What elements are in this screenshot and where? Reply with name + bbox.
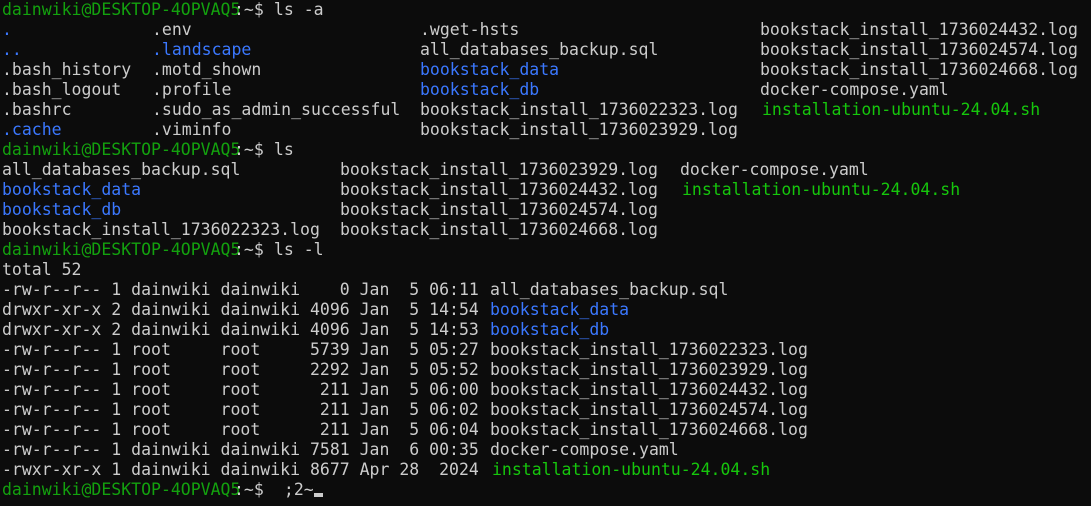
- total-line: total 52: [2, 260, 81, 280]
- command-input[interactable]: ;2~: [274, 480, 323, 500]
- executable-entry: installation-ubuntu-24.04.sh: [762, 100, 1041, 119]
- prompt-user-host: dainwiki@DESKTOP-4OPVAQ5: [2, 140, 241, 159]
- file-meta: -rw-r--r-- 1 root root 211 Jan 5 06:04: [2, 420, 489, 439]
- dir-entry: bookstack_data: [490, 300, 630, 319]
- executable-entry: installation-ubuntu-24.04.sh: [682, 180, 961, 199]
- ls-l-row: drwxr-xr-x 2 dainwiki dainwiki 4096 Jan …: [2, 300, 629, 320]
- command-text: ls -a: [264, 0, 324, 19]
- file-entry: all_databases_backup.sql: [2, 160, 241, 179]
- prompt-path: :~$: [234, 0, 264, 19]
- file-entry: .bash_logout: [2, 80, 122, 99]
- file-meta: -rw-r--r-- 1 root root 211 Jan 5 06:02: [2, 400, 489, 419]
- file-meta: -rw-r--r-- 1 dainwiki dainwiki 0 Jan 5 0…: [2, 280, 489, 299]
- file-entry: bookstack_install_1736024432.log: [760, 20, 1078, 39]
- file-entry: bookstack_install_1736023929.log: [490, 360, 808, 379]
- ls-l-row: -rwxr-xr-x 1 dainwiki dainwiki 8677 Apr …: [2, 460, 770, 480]
- output-line: .bashrc .sudo_as_admin_successful bookst…: [2, 100, 1040, 120]
- file-entry: bookstack_install_1736024432.log: [490, 380, 808, 399]
- file-entry: bookstack_install_1736024668.log: [760, 60, 1078, 79]
- file-meta: -rw-r--r-- 1 root root 211 Jan 5 06:00: [2, 380, 489, 399]
- output-line: .bash_logout .profile bookstack_db docke…: [2, 80, 949, 100]
- prompt-path: :~$: [234, 140, 264, 159]
- file-entry: .viminfo: [152, 120, 232, 139]
- ls-l-row: -rw-r--r-- 1 root root 211 Jan 5 06:02 b…: [2, 400, 808, 420]
- dir-entry: .: [2, 20, 12, 39]
- command-text: ls: [264, 140, 294, 159]
- file-entry: bookstack_install_1736024432.log: [340, 180, 658, 199]
- text-cursor: [313, 493, 323, 497]
- file-entry: .wget-hsts: [420, 20, 520, 39]
- file-entry: all_databases_backup.sql: [490, 280, 729, 299]
- file-entry: bookstack_install_1736024574.log: [760, 40, 1078, 59]
- prompt-path: :~$: [234, 480, 264, 499]
- file-entry: .bashrc: [2, 100, 72, 119]
- file-entry: .motd_shown: [152, 60, 262, 79]
- prompt-user-host: dainwiki@DESKTOP-4OPVAQ5: [2, 240, 241, 259]
- ls-l-row: -rw-r--r-- 1 root root 211 Jan 5 06:04 b…: [2, 420, 808, 440]
- dir-entry: bookstack_db: [2, 200, 122, 219]
- file-entry: bookstack_install_1736024668.log: [490, 420, 808, 439]
- prompt-user-host: dainwiki@DESKTOP-4OPVAQ5: [2, 480, 241, 499]
- ls-l-row: -rw-r--r-- 1 root root 5739 Jan 5 05:27 …: [2, 340, 808, 360]
- ls-l-row: -rw-r--r-- 1 dainwiki dainwiki 7581 Jan …: [2, 440, 679, 460]
- file-entry: .sudo_as_admin_successful: [152, 100, 401, 119]
- file-entry: docker-compose.yaml: [490, 440, 679, 459]
- command-text: ls -l: [264, 240, 324, 259]
- output-line: .. .landscape all_databases_backup.sql b…: [2, 40, 1078, 60]
- total-text: total 52: [2, 260, 82, 279]
- file-entry: bookstack_install_1736022323.log: [420, 100, 738, 119]
- prompt-user-host: dainwiki@DESKTOP-4OPVAQ5: [2, 0, 241, 19]
- dir-entry: bookstack_data: [2, 180, 142, 199]
- command-input-text: ;2~: [274, 480, 314, 499]
- dir-entry: .cache: [2, 120, 62, 139]
- file-entry: .profile: [152, 80, 232, 99]
- file-entry: docker-compose.yaml: [760, 80, 949, 99]
- file-entry: bookstack_install_1736024574.log: [490, 400, 808, 419]
- output-line: .cache .viminfo bookstack_install_173602…: [2, 120, 738, 140]
- ls-l-row: -rw-r--r-- 1 root root 211 Jan 5 06:00 b…: [2, 380, 808, 400]
- ls-l-row: -rw-r--r-- 1 root root 2292 Jan 5 05:52 …: [2, 360, 808, 380]
- prompt-line-ls-l: dainwiki@DESKTOP-4OPVAQ5 :~$ ls -l: [2, 240, 324, 260]
- output-line: bookstack_install_1736022323.log booksta…: [2, 220, 658, 240]
- file-entry: .env: [152, 20, 192, 39]
- ls-l-row: drwxr-xr-x 2 dainwiki dainwiki 4096 Jan …: [2, 320, 609, 340]
- output-line: bookstack_db bookstack_install_173602457…: [2, 200, 658, 220]
- file-meta: -rwxr-xr-x 1 dainwiki dainwiki 8677 Apr …: [2, 460, 489, 479]
- file-entry: bookstack_install_1736023929.log: [340, 160, 658, 179]
- dir-entry: bookstack_db: [490, 320, 610, 339]
- output-line: bookstack_data bookstack_install_1736024…: [2, 180, 960, 200]
- prompt-line-ls-a: dainwiki@DESKTOP-4OPVAQ5 :~$ ls -a: [2, 0, 324, 20]
- file-meta: -rw-r--r-- 1 root root 2292 Jan 5 05:52: [2, 360, 489, 379]
- file-entry: all_databases_backup.sql: [420, 40, 659, 59]
- file-entry: bookstack_install_1736022323.log: [2, 220, 320, 239]
- file-meta: -rw-r--r-- 1 root root 5739 Jan 5 05:27: [2, 340, 489, 359]
- executable-entry: installation-ubuntu-24.04.sh: [492, 460, 771, 479]
- dir-entry: ..: [2, 40, 22, 59]
- ls-l-row: -rw-r--r-- 1 dainwiki dainwiki 0 Jan 5 0…: [2, 280, 728, 300]
- output-line: all_databases_backup.sql bookstack_insta…: [2, 160, 869, 180]
- prompt-path: :~$: [234, 240, 264, 259]
- output-line: .bash_history .motd_shown bookstack_data…: [2, 60, 1078, 80]
- dir-entry: .landscape: [152, 40, 252, 59]
- file-meta: drwxr-xr-x 2 dainwiki dainwiki 4096 Jan …: [2, 320, 489, 339]
- prompt-line-current[interactable]: dainwiki@DESKTOP-4OPVAQ5 :~$ ;2~: [2, 480, 323, 500]
- file-entry: bookstack_install_1736022323.log: [490, 340, 808, 359]
- file-entry: docker-compose.yaml: [680, 160, 869, 179]
- output-line: . .env .wget-hsts bookstack_install_1736…: [2, 20, 1078, 40]
- file-entry: .bash_history: [2, 60, 132, 79]
- file-meta: -rw-r--r-- 1 dainwiki dainwiki 7581 Jan …: [2, 440, 489, 459]
- prompt-line-ls: dainwiki@DESKTOP-4OPVAQ5 :~$ ls: [2, 140, 294, 160]
- file-entry: bookstack_install_1736024668.log: [340, 220, 658, 239]
- terminal-window[interactable]: dainwiki@DESKTOP-4OPVAQ5 :~$ ls -a . .en…: [0, 0, 1091, 506]
- dir-entry: bookstack_db: [420, 80, 540, 99]
- dir-entry: bookstack_data: [420, 60, 560, 79]
- file-entry: bookstack_install_1736023929.log: [420, 120, 738, 139]
- file-meta: drwxr-xr-x 2 dainwiki dainwiki 4096 Jan …: [2, 300, 489, 319]
- file-entry: bookstack_install_1736024574.log: [340, 200, 658, 219]
